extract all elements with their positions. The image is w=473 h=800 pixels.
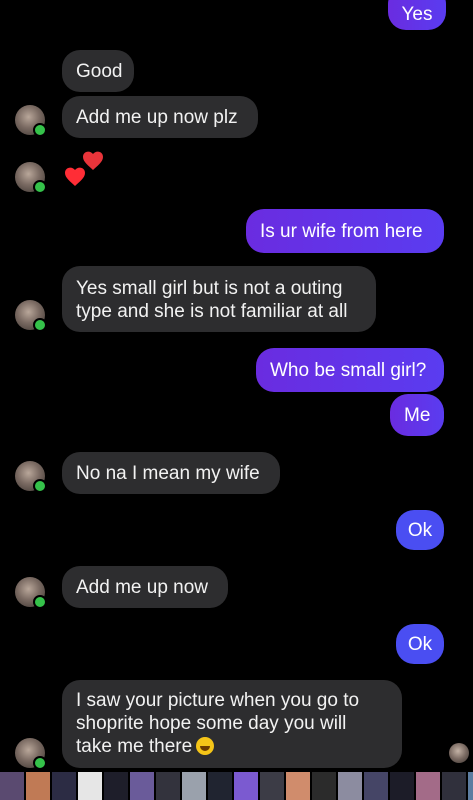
laughing-emoji-icon	[196, 737, 215, 755]
message-text: No na I mean my wife	[76, 462, 260, 484]
thumbnail-image[interactable]	[156, 772, 180, 800]
message-incoming[interactable]: Add me up now plz	[62, 96, 258, 138]
online-status-dot	[33, 123, 47, 137]
contact-avatar[interactable]	[15, 300, 47, 332]
message-text: Is ur wife from here	[260, 220, 423, 242]
message-incoming[interactable]: Add me up now	[62, 566, 228, 608]
contact-avatar[interactable]	[15, 577, 47, 609]
message-incoming[interactable]: Yes small girl but is not a outing type …	[62, 266, 376, 332]
message-text: Add me up now	[76, 576, 209, 598]
thumbnail-image[interactable]	[182, 772, 206, 800]
message-text: Add me up now plz	[76, 106, 238, 128]
message-text: Ok	[407, 633, 433, 655]
thumbnail-image[interactable]	[234, 772, 258, 800]
thumbnail-image[interactable]	[338, 772, 362, 800]
message-text: Ok	[407, 519, 433, 541]
thumbnail-strip	[0, 772, 473, 800]
message-line-last: take me there	[76, 735, 388, 758]
thumbnail-image[interactable]	[364, 772, 388, 800]
message-text: Me	[404, 404, 431, 426]
thumbnail-image[interactable]	[104, 772, 128, 800]
chat-thread: Yes Good Add me up now plz Is ur wife fr…	[0, 0, 473, 800]
thumbnail-image[interactable]	[130, 772, 154, 800]
online-status-dot	[33, 318, 47, 332]
thumbnail-image[interactable]	[260, 772, 284, 800]
contact-avatar[interactable]	[15, 162, 47, 194]
message-outgoing[interactable]: Ok	[396, 624, 444, 664]
thumbnail-image[interactable]	[416, 772, 440, 800]
message-incoming[interactable]: Good	[62, 50, 134, 92]
message-outgoing[interactable]: Ok	[396, 510, 444, 550]
contact-avatar[interactable]	[15, 738, 47, 770]
online-status-dot	[33, 180, 47, 194]
thumbnail-image[interactable]	[442, 772, 466, 800]
thumbnail-image[interactable]	[52, 772, 76, 800]
thumbnail-image[interactable]	[286, 772, 310, 800]
message-line: take me there	[76, 736, 193, 757]
message-line: I saw your picture when you go to	[76, 690, 360, 711]
thumbnail-image[interactable]	[26, 772, 50, 800]
two-hearts-icon[interactable]	[62, 148, 110, 196]
contact-avatar[interactable]	[15, 461, 47, 493]
message-incoming[interactable]: I saw your picture when you go to shopri…	[62, 680, 402, 768]
thumbnail-image[interactable]	[208, 772, 232, 800]
online-status-dot	[33, 595, 47, 609]
message-outgoing[interactable]: Who be small girl?	[256, 348, 444, 392]
message-outgoing[interactable]: Me	[390, 394, 444, 436]
message-line: type and she is not familiar at all	[76, 301, 348, 322]
thumbnail-image[interactable]	[0, 772, 24, 800]
online-status-dot	[33, 479, 47, 493]
message-line: shoprite hope some day you will	[76, 713, 347, 734]
thumbnail-image[interactable]	[78, 772, 102, 800]
seen-receipt-avatar	[449, 743, 469, 763]
online-status-dot	[33, 756, 47, 770]
message-text: Yes	[401, 3, 433, 25]
message-text: Who be small girl?	[270, 359, 427, 381]
message-line: Yes small girl but is not a outing	[76, 278, 343, 299]
message-outgoing[interactable]: Yes	[388, 0, 446, 30]
contact-avatar[interactable]	[15, 105, 47, 137]
message-outgoing[interactable]: Is ur wife from here	[246, 209, 444, 253]
message-incoming[interactable]: No na I mean my wife	[62, 452, 280, 494]
thumbnail-image[interactable]	[468, 772, 473, 800]
message-text: Good	[76, 60, 123, 82]
thumbnail-image[interactable]	[312, 772, 336, 800]
thumbnail-image[interactable]	[390, 772, 414, 800]
